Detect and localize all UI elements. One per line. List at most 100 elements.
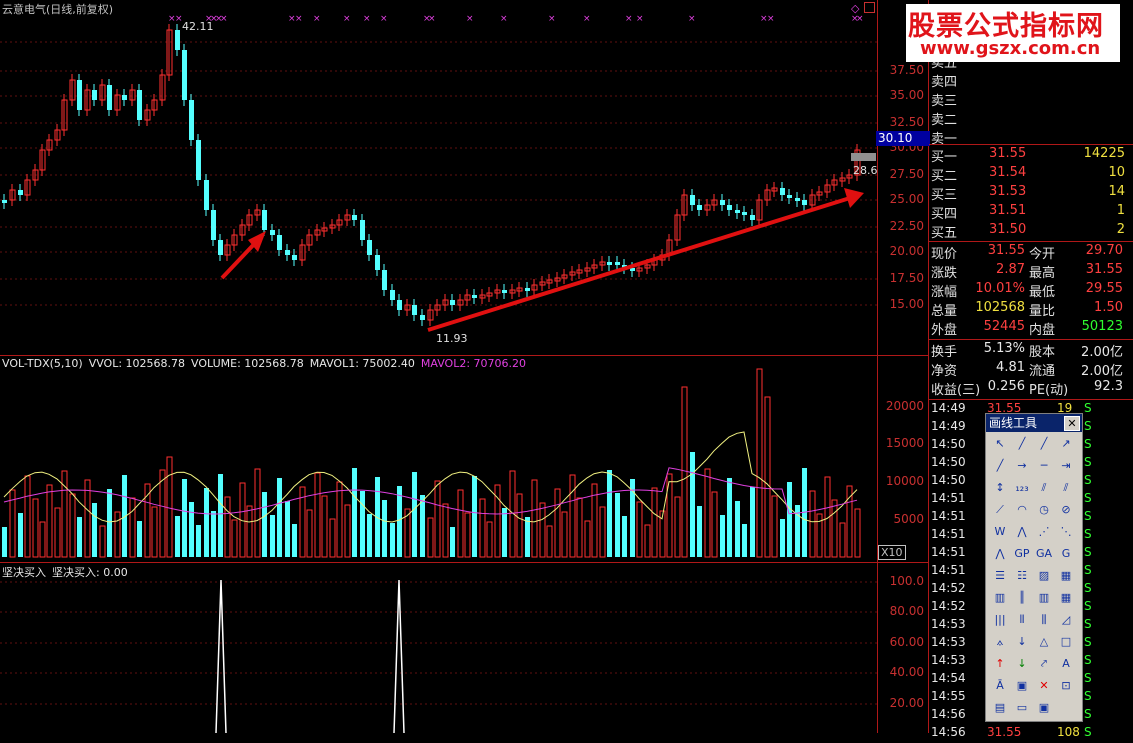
gann-grid-icon[interactable]: ▦ [1056, 568, 1076, 584]
vertical-line-icon[interactable]: ↕ [990, 480, 1010, 496]
indicator-chart[interactable] [0, 562, 878, 733]
maximize-icon[interactable] [864, 2, 875, 13]
ray-tool-icon[interactable]: ╱ [1034, 436, 1054, 452]
slope-icon[interactable]: ⟋ [990, 502, 1010, 518]
down-arrow-icon[interactable]: ↓ [1012, 634, 1032, 650]
candle-body [196, 140, 201, 180]
signal-marker: × [548, 14, 556, 24]
cycle-icon[interactable]: ▥ [990, 590, 1010, 606]
indicator-axis-tick: 60.00 [889, 635, 924, 649]
triangle-icon[interactable]: △ [1034, 634, 1054, 650]
speed-fan-icon[interactable]: ▨ [1034, 568, 1054, 584]
volume-bar [576, 497, 583, 558]
volume-bar [839, 522, 846, 558]
quote-buy-row[interactable]: 买一 31.55 14225 [929, 146, 1125, 165]
quote-stat-row: 外盘 52445 内盘 50123 [929, 319, 1125, 338]
parallel-lines-icon[interactable]: ⫽ [1034, 480, 1054, 496]
horizontal-line-icon[interactable]: ─ [1034, 458, 1054, 474]
chart-mode-icon[interactable]: ◇ [851, 2, 859, 15]
select-pointer-icon[interactable]: ↖ [990, 436, 1010, 452]
note-icon[interactable]: ▤ [990, 700, 1010, 716]
volume-bar [262, 492, 267, 557]
volume-bar [77, 517, 82, 557]
close-icon[interactable]: ✕ [1064, 416, 1080, 431]
fan-icon[interactable]: ⟑ [990, 634, 1010, 650]
volume-bar [727, 478, 732, 557]
text-label-icon[interactable]: Ā [990, 678, 1010, 694]
fib-time-icon[interactable]: ▦ [1056, 590, 1076, 606]
volume-panel[interactable]: VOL-TDX(5,10) VVOL: 102568.78 VOLUME: 1025… [0, 355, 878, 562]
triangle-wave-icon[interactable]: ⋀ [990, 546, 1010, 562]
tick-row[interactable]: 14:56 31.55 108 S [929, 725, 1133, 743]
sell-label: 卖四 [931, 75, 958, 90]
delete-icon[interactable]: ✕ [1034, 678, 1054, 694]
toolbox-titlebar[interactable]: 画线工具 ✕ [986, 414, 1082, 432]
price-line-icon[interactable]: ⇥ [1056, 458, 1076, 474]
candlestick-panel[interactable]: × × × × × × × × × × × × × × × × × × × × × × × × × 云意电气(日线,前复权) 4… [0, 0, 878, 355]
wave-icon[interactable]: W [990, 524, 1010, 540]
segment-icon[interactable]: ╱ [990, 458, 1010, 474]
select-area-icon[interactable]: ⊡ [1056, 678, 1076, 694]
candle-body [382, 270, 387, 290]
toolbox-title: 画线工具 [989, 416, 1038, 430]
period-icon[interactable]: ▥ [1034, 590, 1054, 606]
arrow-line-icon[interactable]: ↗ [1056, 436, 1076, 452]
volume-bar [151, 506, 158, 558]
candle-body [607, 262, 612, 265]
fibonacci-icon[interactable]: ☰ [990, 568, 1010, 584]
bars-icon[interactable]: ||| [990, 612, 1010, 628]
ruler-icon[interactable]: ▭ [1012, 700, 1032, 716]
signal-marker: × [363, 14, 371, 24]
up-arrow-icon[interactable]: ↑ [990, 656, 1010, 672]
volume-bar [644, 524, 651, 558]
circle-icon[interactable]: ◷ [1034, 502, 1054, 518]
buy-volume: 14 [1108, 184, 1125, 199]
peak-icon[interactable]: ⋀ [1012, 524, 1032, 540]
time-zone-icon[interactable]: ║ [1012, 590, 1032, 606]
indicator-panel[interactable]: 坚决买入 坚决买入: 0.00 [0, 562, 878, 733]
down-arrow-icon[interactable]: ↓ [1012, 656, 1032, 672]
trend-down-icon[interactable]: ⋱ [1056, 524, 1076, 540]
volume-bar [24, 475, 31, 558]
regression-icon[interactable]: ⫼ [1034, 612, 1054, 628]
quote-buy-row[interactable]: 买二 31.54 10 [929, 165, 1125, 184]
golden-price-icon[interactable]: GP [1012, 546, 1032, 562]
arrow-combo-icon[interactable]: ⤤ [1034, 656, 1054, 672]
ellipse-icon[interactable]: ⊘ [1056, 502, 1076, 518]
volume-chart[interactable] [0, 355, 878, 562]
trend-up-icon[interactable]: ⋰ [1034, 524, 1054, 540]
tick-time: 14:53 [931, 653, 966, 667]
drawing-toolbox[interactable]: 画线工具 ✕ ↖ ╱ ╱ ↗ ╱ → ─ ⇥ ↕ ₁₂₃ ⫽ ⫽ ⟋ ◠ ◷ ⊘ W ⋀ ⋰ ⋱ ⋀ GP GA G ☰ ☷ ▨ ▦ ▥… [985, 413, 1083, 722]
volume-multiplier: X10 [878, 545, 906, 560]
horizontal-ray-icon[interactable]: → [1012, 458, 1032, 474]
snapshot-icon[interactable]: ▣ [1034, 700, 1054, 716]
tick-flag: S [1084, 671, 1092, 685]
candle-body [92, 90, 97, 100]
quote-buy-row[interactable]: 买三 31.53 14 [929, 184, 1125, 203]
tick-time: 14:49 [931, 419, 966, 433]
quote-buy-row[interactable]: 买五 31.50 2 [929, 222, 1125, 241]
quote-buy-row[interactable]: 买四 31.51 1 [929, 203, 1125, 222]
rectangle-icon[interactable]: □ [1056, 634, 1076, 650]
volume-bar [569, 474, 576, 558]
current-price-tag: 30.10 [876, 131, 930, 146]
channel-icon[interactable]: ⫽ [1056, 480, 1076, 496]
volume-bar [615, 493, 620, 557]
arc-icon[interactable]: ◠ [1012, 502, 1032, 518]
gann-icon[interactable]: G [1056, 546, 1076, 562]
line-tool-icon[interactable]: ╱ [1012, 436, 1032, 452]
retracement-icon[interactable]: ☷ [1012, 568, 1032, 584]
buy-label: 买四 [931, 207, 958, 222]
candlestick-chart[interactable]: × × ×××× × × × × × × ×× × × × × × × × × × ×× [0, 0, 878, 355]
angle-icon[interactable]: ◿ [1056, 612, 1076, 628]
wave-count-icon[interactable]: ₁₂₃ [1012, 480, 1032, 496]
quote-sell-row: 卖四 [929, 71, 1125, 90]
quote-stat: 2.00亿 [1081, 345, 1123, 360]
volume-bar [18, 513, 23, 557]
box-icon[interactable]: ▣ [1012, 678, 1032, 694]
volume-axis-tick: 15000 [885, 436, 924, 450]
quote-stat: 涨跌 [931, 266, 958, 281]
text-icon[interactable]: A [1056, 656, 1076, 672]
golden-angle-icon[interactable]: GA [1034, 546, 1054, 562]
pitchfork-icon[interactable]: ⦀ [1012, 612, 1032, 628]
